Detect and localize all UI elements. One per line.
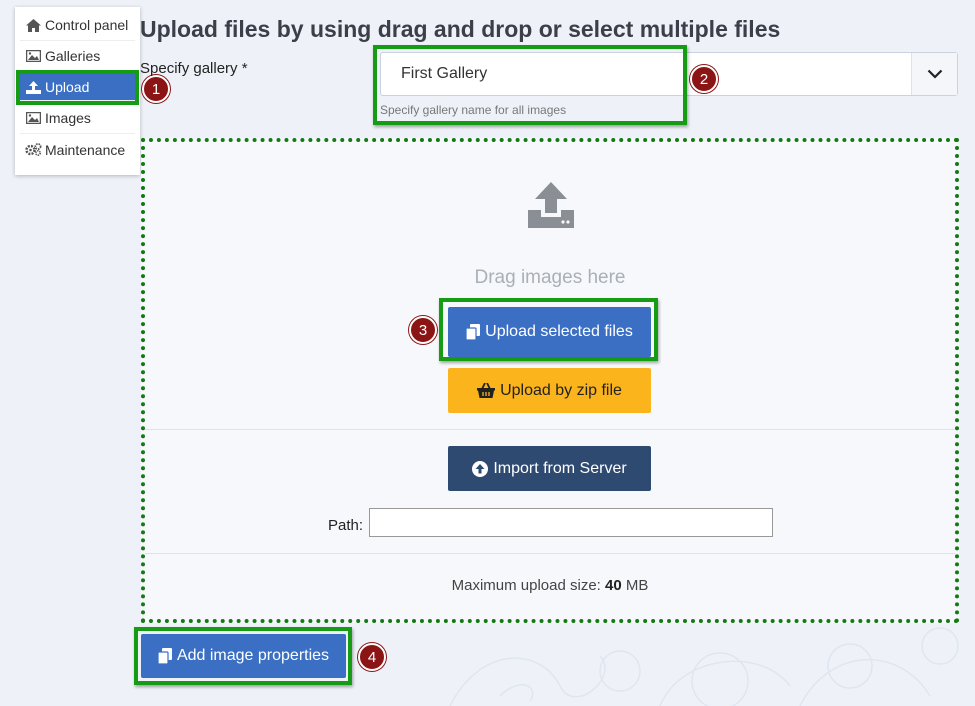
sidebar-item-label: Galleries <box>45 48 101 64</box>
path-label: Path: <box>328 517 364 534</box>
basket-icon <box>477 383 496 398</box>
add-image-properties-button[interactable]: Add image properties <box>141 634 346 678</box>
divider <box>145 429 955 430</box>
max-upload-size-label: Maximum upload size: <box>451 577 601 594</box>
gallery-label: Specify gallery * <box>140 60 248 77</box>
import-from-server-button[interactable]: Import from Server <box>448 446 651 491</box>
copy-icon <box>157 648 172 664</box>
upload-selected-files-label: Upload selected files <box>485 323 633 340</box>
import-from-server-label: Import from Server <box>493 459 627 477</box>
sidebar-item-upload[interactable]: Upload <box>16 70 139 105</box>
gears-icon <box>24 143 42 157</box>
chevron-down-icon[interactable] <box>911 53 957 95</box>
upload-icon <box>24 80 42 94</box>
sidebar-item-maintenance[interactable]: Maintenance <box>20 134 135 165</box>
sidebar-item-label: Upload <box>45 79 90 95</box>
step-badge-1: 1 <box>142 75 170 103</box>
max-upload-size-value: 40 <box>605 577 622 594</box>
upload-selected-files-button[interactable]: Upload selected files <box>448 307 651 357</box>
arrow-circle-up-icon <box>472 460 489 477</box>
sidebar: Control panel Galleries Upload Images Ma… <box>15 7 140 175</box>
step-badge-3: 3 <box>409 316 437 344</box>
path-input[interactable] <box>369 508 773 537</box>
add-image-properties-label: Add image properties <box>176 647 330 664</box>
sidebar-item-galleries[interactable]: Galleries <box>20 41 135 72</box>
gallery-select[interactable]: First Gallery <box>380 52 958 96</box>
sidebar-item-label: Images <box>45 110 91 126</box>
image-icon <box>24 111 42 125</box>
copy-icon <box>466 324 481 340</box>
upload-zip-button[interactable]: Upload by zip file <box>448 368 651 413</box>
upload-tray-icon <box>526 180 576 235</box>
max-upload-size: Maximum upload size: 40 MB <box>145 577 955 594</box>
home-icon <box>24 18 42 32</box>
drop-zone[interactable]: Drag images here Upload selected files U… <box>141 138 959 623</box>
gallery-select-value: First Gallery <box>401 65 488 82</box>
divider <box>145 553 955 554</box>
image-icon <box>24 49 42 63</box>
sidebar-item-label: Maintenance <box>45 141 126 158</box>
drag-images-text: Drag images here <box>474 267 626 288</box>
sidebar-item-control-panel[interactable]: Control panel <box>20 10 135 41</box>
sidebar-item-label: Control panel <box>45 17 129 33</box>
upload-zip-label: Upload by zip file <box>500 381 622 399</box>
max-upload-size-unit: MB <box>625 577 649 594</box>
step-badge-2: 2 <box>690 65 718 93</box>
step-badge-4: 4 <box>358 643 386 671</box>
page-title: Upload files by using drag and drop or s… <box>140 16 781 42</box>
sidebar-item-images[interactable]: Images <box>20 103 135 134</box>
gallery-hint: Specify gallery name for all images <box>380 103 567 117</box>
